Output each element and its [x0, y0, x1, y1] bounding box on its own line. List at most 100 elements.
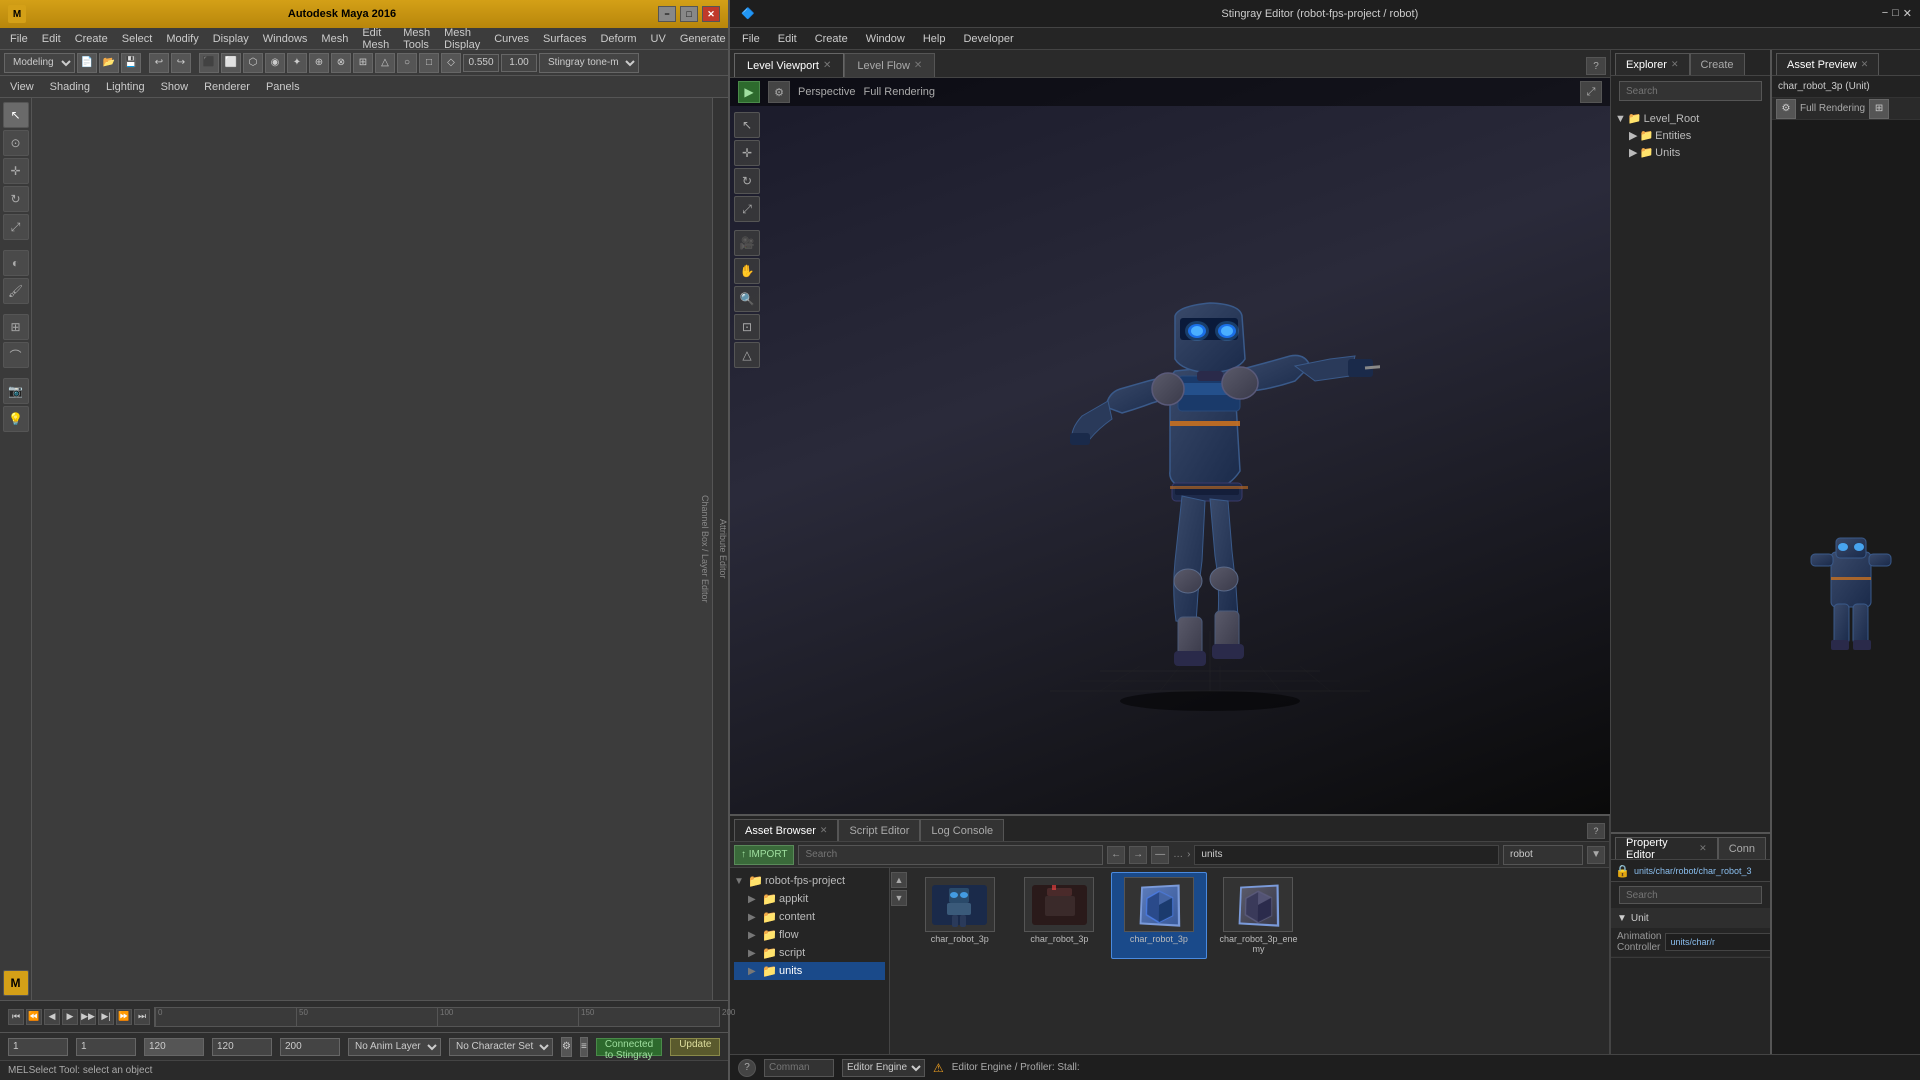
sr-play-btn[interactable]: ▶ [738, 81, 760, 103]
maya-tb-btn10[interactable]: ○ [397, 53, 417, 73]
asset-nav-icon-down[interactable]: ▼ [891, 890, 907, 906]
maya-tb-btn11[interactable]: □ [419, 53, 439, 73]
frame-start-input[interactable] [8, 1038, 68, 1056]
maya-tb-new[interactable]: 📄 [77, 53, 97, 73]
maya-mode-select[interactable]: Modeling [4, 53, 75, 73]
maya-menu-edit-mesh[interactable]: Edit Mesh [356, 25, 395, 53]
exp-entities[interactable]: ▶ 📁 Entities [1615, 127, 1766, 144]
explorer-tab-close[interactable]: ✕ [1671, 59, 1679, 70]
maya-light[interactable]: 💡 [3, 406, 29, 432]
maya-snap-curve[interactable]: ⌒ [3, 342, 29, 368]
stingray-maximize-btn[interactable]: □ [1892, 7, 1899, 20]
sr-side-rotate[interactable]: ↻ [734, 168, 760, 194]
sr-menu-window[interactable]: Window [858, 31, 913, 47]
sr-side-camera-pan[interactable]: ✋ [734, 258, 760, 284]
maya-menu-deform[interactable]: Deform [594, 31, 642, 47]
asset-search-input[interactable] [798, 845, 1103, 865]
asset-item-2[interactable]: char_robot_3p [1012, 872, 1108, 959]
prop-editor-tab[interactable]: Property Editor ✕ [1615, 837, 1718, 859]
asset-filter-input[interactable] [1503, 845, 1583, 865]
tree-item-project[interactable]: ▼ 📁 robot-fps-project [734, 872, 885, 890]
preview-extra-btn[interactable]: ⊞ [1869, 99, 1889, 119]
tree-item-script[interactable]: ▶ 📁 script [734, 944, 885, 962]
exp-level-root[interactable]: ▼ 📁 Level_Root [1615, 110, 1766, 127]
anim-extra-btn[interactable]: ≡ [580, 1037, 588, 1057]
tree-item-appkit[interactable]: ▶ 📁 appkit [734, 890, 885, 908]
asset-browser-help-btn[interactable]: ? [1587, 823, 1605, 839]
maya-tb-undo[interactable]: ↩ [149, 53, 169, 73]
step-back-btn[interactable]: ◀ [44, 1009, 60, 1025]
exp-units[interactable]: ▶ 📁 Units [1615, 144, 1766, 161]
maya-sec-panels[interactable]: Panels [260, 79, 306, 95]
maya-tb-btn7[interactable]: ⊗ [331, 53, 351, 73]
asset-item-1[interactable]: char_robot_3p [912, 872, 1008, 959]
sr-tab-level-viewport[interactable]: Level Viewport ✕ [734, 53, 844, 77]
play-fwd-btn[interactable]: ▶▶ [80, 1009, 96, 1025]
char-set-select[interactable]: No Character Set [449, 1038, 553, 1056]
preview-tab[interactable]: Asset Preview ✕ [1776, 53, 1879, 75]
maya-tb-btn12[interactable]: ◇ [441, 53, 461, 73]
skip-end-btn[interactable]: ⏭ [134, 1009, 150, 1025]
asset-filter-btn[interactable]: ▼ [1587, 846, 1605, 864]
sr-menu-file[interactable]: File [734, 31, 768, 47]
maya-snap-grid[interactable]: ⊞ [3, 314, 29, 340]
asset-nav-up[interactable]: — [1151, 846, 1169, 864]
maya-close-btn[interactable]: ✕ [702, 6, 720, 22]
maya-stingray-mode[interactable]: Stingray tone-m [539, 53, 639, 73]
asset-browser-tab[interactable]: Asset Browser ✕ [734, 819, 838, 841]
prop-section-unit-header[interactable]: ▼ Unit [1611, 908, 1770, 928]
maya-sec-view[interactable]: View [4, 79, 40, 95]
sr-menu-developer[interactable]: Developer [955, 31, 1021, 47]
asset-nav-back[interactable]: ← [1107, 846, 1125, 864]
anim-layer-select[interactable]: No Anim Layer [348, 1038, 441, 1056]
prop-editor-tab-close[interactable]: ✕ [1699, 843, 1707, 854]
maya-tb-btn1[interactable]: ⬛ [199, 53, 219, 73]
tree-item-content[interactable]: ▶ 📁 content [734, 908, 885, 926]
prop-anim-ctrl-value[interactable] [1665, 933, 1770, 951]
tree-item-units[interactable]: ▶ 📁 units [734, 962, 885, 980]
sr-side-camera-orbit[interactable]: 🎥 [734, 230, 760, 256]
next-frame-btn[interactable]: ⏩ [116, 1009, 132, 1025]
step-fwd-btn[interactable]: ▶| [98, 1009, 114, 1025]
sr-tab-lf-close[interactable]: ✕ [914, 60, 922, 71]
sr-menu-help[interactable]: Help [915, 31, 954, 47]
maya-menu-display[interactable]: Display [207, 31, 255, 47]
sr-side-frame[interactable]: ⊡ [734, 314, 760, 340]
sr-tab-level-flow[interactable]: Level Flow ✕ [844, 53, 935, 77]
skip-start-btn[interactable]: ⏮ [8, 1009, 24, 1025]
sr-side-select[interactable]: ↖ [734, 112, 760, 138]
sr-viewport[interactable]: ▶ ⚙ Perspective Full Rendering ⤢ ↖ ✛ ↻ ⤢… [730, 78, 1610, 814]
prev-frame-btn[interactable]: ⏪ [26, 1009, 42, 1025]
maya-lasso-tool[interactable]: ⊙ [3, 130, 29, 156]
maya-sec-shading[interactable]: Shading [44, 79, 96, 95]
maya-menu-select[interactable]: Select [116, 31, 159, 47]
frame-end2-input[interactable] [280, 1038, 340, 1056]
maya-sec-lighting[interactable]: Lighting [100, 79, 151, 95]
maya-minimize-btn[interactable]: − [658, 6, 676, 22]
maya-move-tool[interactable]: ✛ [3, 158, 29, 184]
script-editor-tab[interactable]: Script Editor [838, 819, 920, 841]
asset-nav-fwd[interactable]: → [1129, 846, 1147, 864]
sr-tab-help-btn[interactable]: ? [1586, 57, 1606, 75]
asset-item-4[interactable]: char_robot_3p_ene my [1211, 872, 1307, 959]
stingray-minimize-btn[interactable]: − [1882, 7, 1888, 20]
connected-stingray-btn[interactable]: Connected to Stingray [596, 1038, 662, 1056]
maya-menu-create[interactable]: Create [69, 31, 114, 47]
maya-menu-curves[interactable]: Curves [488, 31, 535, 47]
maya-tb-btn3[interactable]: ⬡ [243, 53, 263, 73]
sr-help-btn[interactable]: ? [738, 1059, 756, 1077]
sr-menu-create[interactable]: Create [807, 31, 856, 47]
maya-tb-btn2[interactable]: ⬜ [221, 53, 241, 73]
maya-menu-modify[interactable]: Modify [160, 31, 204, 47]
maya-sec-renderer[interactable]: Renderer [198, 79, 256, 95]
sr-side-scale[interactable]: ⤢ [734, 196, 760, 222]
maya-tb-btn8[interactable]: ⊞ [353, 53, 373, 73]
maya-menu-windows[interactable]: Windows [257, 31, 314, 47]
maya-tb-btn4[interactable]: ◉ [265, 53, 285, 73]
maya-select-tool[interactable]: ↖ [3, 102, 29, 128]
maya-rotate-tool[interactable]: ↻ [3, 186, 29, 212]
play-btn[interactable]: ▶ [62, 1009, 78, 1025]
asset-nav-icon-up[interactable]: ▲ [891, 872, 907, 888]
maya-tb-btn9[interactable]: △ [375, 53, 395, 73]
sr-menu-edit[interactable]: Edit [770, 31, 805, 47]
